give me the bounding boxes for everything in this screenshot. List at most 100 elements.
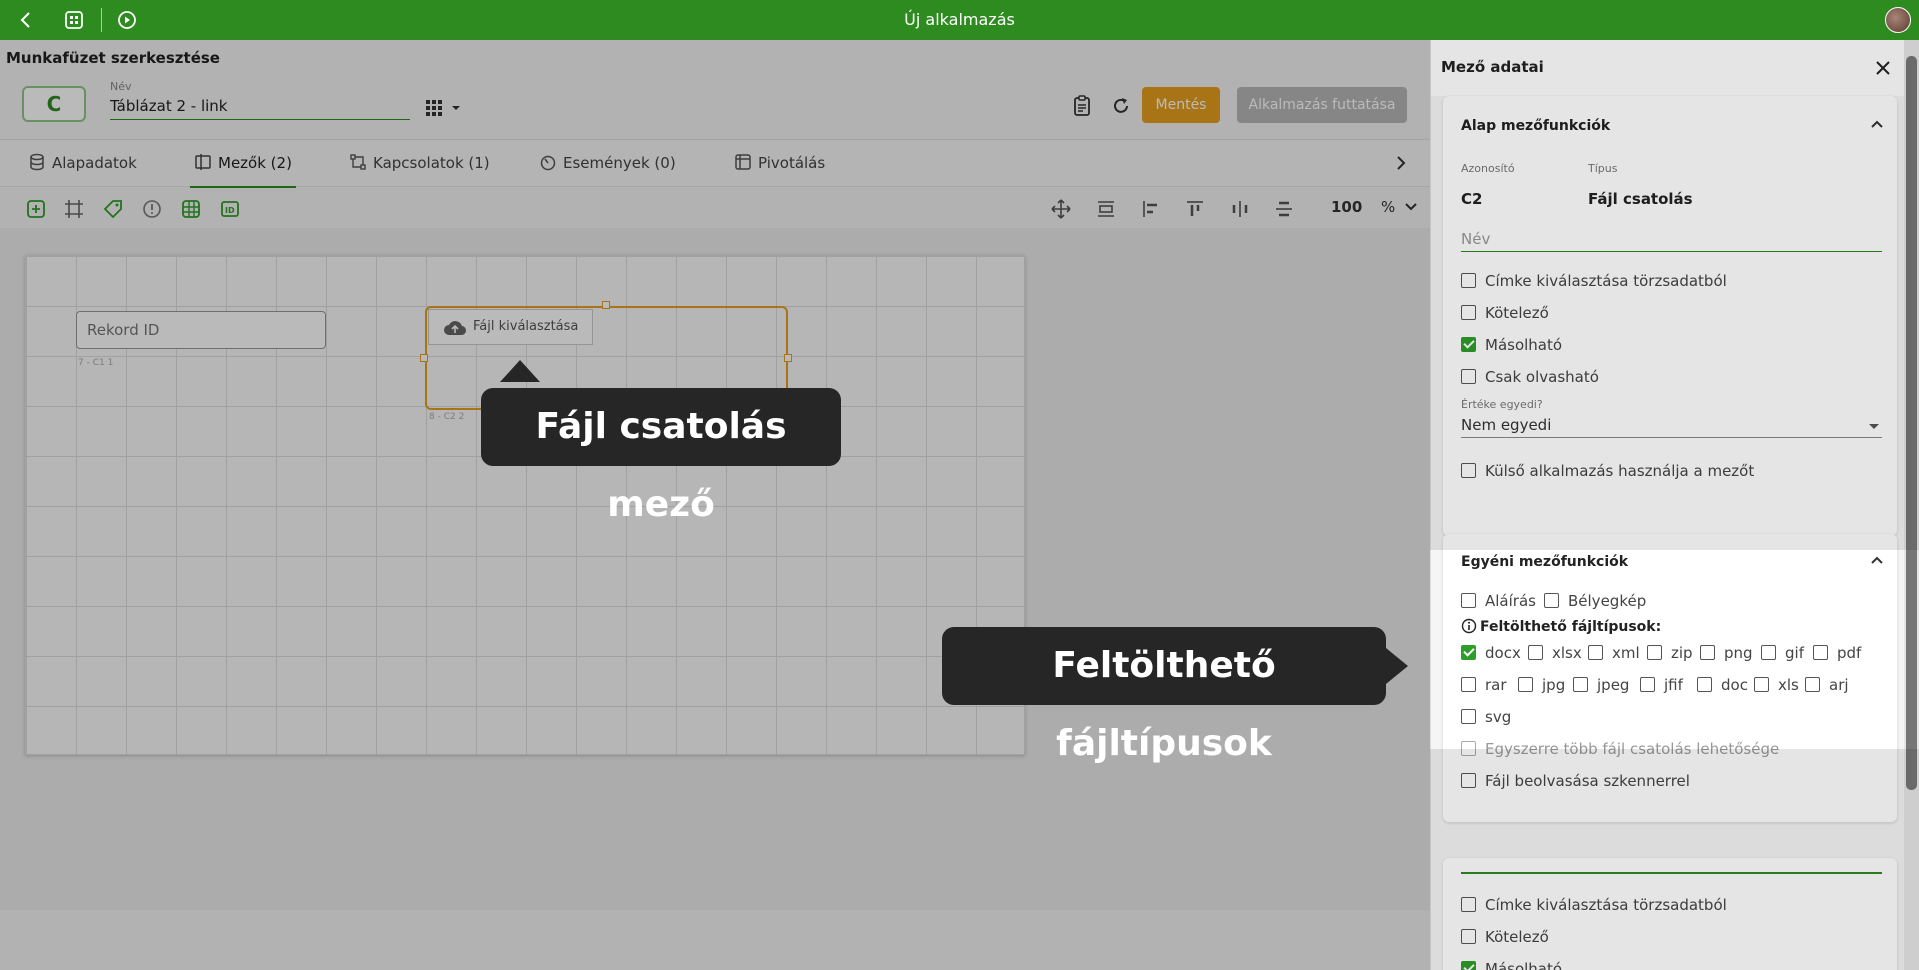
filetype-png[interactable]: png bbox=[1700, 644, 1753, 662]
filetypes-heading: Feltölthető fájltípusok: bbox=[1461, 618, 1661, 635]
filetype-xml[interactable]: xml bbox=[1588, 644, 1640, 662]
checkbox[interactable] bbox=[1528, 645, 1543, 660]
checkbox-label: Kötelező bbox=[1485, 928, 1549, 946]
checkbox[interactable] bbox=[1461, 369, 1476, 384]
basic-functions-title: Alap mezőfunkciók bbox=[1461, 118, 1611, 134]
filetype-jpeg[interactable]: jpeg bbox=[1573, 676, 1629, 694]
filetypes-label: Feltölthető fájltípusok: bbox=[1480, 619, 1662, 635]
type-label: Típus bbox=[1588, 162, 1618, 175]
filetype-docx[interactable]: docx bbox=[1461, 644, 1521, 662]
unique-select-value: Nem egyedi bbox=[1461, 416, 1552, 434]
checkbox-label: Másolható bbox=[1485, 960, 1563, 970]
checkbox-signature[interactable]: Aláírás bbox=[1461, 592, 1536, 610]
checkbox[interactable] bbox=[1700, 645, 1715, 660]
filetype-jpg[interactable]: jpg bbox=[1518, 676, 1565, 694]
checkbox-label: Bélyegkép bbox=[1568, 592, 1647, 610]
chevron-up-icon[interactable] bbox=[1869, 116, 1885, 132]
panel-title: Mező adatai bbox=[1441, 58, 1544, 76]
field-name-input[interactable]: Név bbox=[1461, 226, 1882, 252]
checkbox[interactable] bbox=[1544, 593, 1559, 608]
tooltip-arrow-up bbox=[500, 360, 540, 382]
checkbox-external-app[interactable]: Külső alkalmazás használja a mezőt bbox=[1461, 462, 1754, 480]
checkbox[interactable] bbox=[1573, 677, 1588, 692]
checkbox[interactable] bbox=[1647, 645, 1662, 660]
filetype-arj[interactable]: arj bbox=[1805, 676, 1849, 694]
checkbox-tag-from-master[interactable]: Címke kiválasztása törzsadatból bbox=[1461, 272, 1727, 290]
checkbox[interactable] bbox=[1461, 593, 1476, 608]
filetype-pdf[interactable]: pdf bbox=[1813, 644, 1861, 662]
id-label: Azonosító bbox=[1461, 162, 1515, 175]
checkbox-label: Fájl beolvasása szkennerrel bbox=[1485, 772, 1690, 790]
filetype-label: gif bbox=[1785, 644, 1804, 662]
checkbox-multi-file[interactable]: Egyszerre több fájl csatolás lehetősége bbox=[1461, 740, 1779, 758]
checkbox-label: Címke kiválasztása törzsadatból bbox=[1485, 896, 1727, 914]
filetype-label: doc bbox=[1721, 676, 1748, 694]
filetype-label: docx bbox=[1485, 644, 1521, 662]
filetype-label: rar bbox=[1485, 676, 1507, 694]
close-icon[interactable] bbox=[1873, 58, 1893, 78]
checkbox-tag-from-master-2[interactable]: Címke kiválasztása törzsadatból bbox=[1461, 896, 1727, 914]
checkbox[interactable] bbox=[1761, 645, 1776, 660]
filetype-label: arj bbox=[1829, 676, 1849, 694]
checkbox[interactable] bbox=[1461, 709, 1476, 724]
chevron-up-icon[interactable] bbox=[1869, 552, 1885, 568]
custom-functions-card: Egyéni mezőfunkciók Aláírás Bélyegkép Fe… bbox=[1443, 534, 1897, 822]
filetype-doc[interactable]: doc bbox=[1697, 676, 1748, 694]
checkbox[interactable] bbox=[1813, 645, 1828, 660]
checkbox-thumbnail[interactable]: Bélyegkép bbox=[1544, 592, 1646, 610]
checkbox[interactable] bbox=[1461, 929, 1476, 944]
filetype-svg[interactable]: svg bbox=[1461, 708, 1511, 726]
top-bar: Új alkalmazás bbox=[0, 0, 1919, 40]
field-details-panel: Mező adatai Alap mezőfunkciók Azonosító … bbox=[1430, 40, 1919, 970]
filetype-label: pdf bbox=[1837, 644, 1862, 662]
checkbox[interactable] bbox=[1754, 677, 1769, 692]
checkbox-label: Egyszerre több fájl csatolás lehetősége bbox=[1485, 740, 1780, 758]
checkbox-readonly[interactable]: Csak olvasható bbox=[1461, 368, 1599, 386]
checkbox[interactable] bbox=[1588, 645, 1603, 660]
checkbox-checked[interactable] bbox=[1461, 337, 1476, 352]
checkbox-label: Kötelező bbox=[1485, 304, 1549, 322]
checkbox[interactable] bbox=[1461, 897, 1476, 912]
checkbox[interactable] bbox=[1461, 741, 1476, 756]
section-divider bbox=[1461, 872, 1882, 874]
filetype-label: xlsx bbox=[1552, 644, 1582, 662]
checkbox[interactable] bbox=[1461, 273, 1476, 288]
checkbox-required-2[interactable]: Kötelező bbox=[1461, 928, 1549, 946]
checkbox[interactable] bbox=[1518, 677, 1533, 692]
scrollbar-thumb[interactable] bbox=[1906, 56, 1917, 790]
filetype-label: jpg bbox=[1542, 676, 1566, 694]
checkbox-checked[interactable] bbox=[1461, 645, 1476, 660]
tutorial-overlay-left bbox=[0, 40, 1430, 970]
filetype-zip[interactable]: zip bbox=[1647, 644, 1693, 662]
checkbox-copyable[interactable]: Másolható bbox=[1461, 336, 1562, 354]
filetype-rar[interactable]: rar bbox=[1461, 676, 1507, 694]
filetype-xls[interactable]: xls bbox=[1754, 676, 1799, 694]
checkbox[interactable] bbox=[1640, 677, 1655, 692]
filetype-label: xml bbox=[1612, 644, 1640, 662]
filetype-xlsx[interactable]: xlsx bbox=[1528, 644, 1582, 662]
checkbox[interactable] bbox=[1461, 305, 1476, 320]
filetype-label: svg bbox=[1485, 708, 1512, 726]
dropdown-arrow-icon bbox=[1869, 424, 1879, 429]
checkbox-scanner[interactable]: Fájl beolvasása szkennerrel bbox=[1461, 772, 1690, 790]
id-value: C2 bbox=[1461, 190, 1483, 208]
checkbox-checked[interactable] bbox=[1461, 961, 1476, 970]
checkbox[interactable] bbox=[1697, 677, 1712, 692]
checkbox-required[interactable]: Kötelező bbox=[1461, 304, 1549, 322]
checkbox[interactable] bbox=[1461, 463, 1476, 478]
checkbox[interactable] bbox=[1461, 773, 1476, 788]
info-icon bbox=[1461, 618, 1477, 634]
checkbox-label: Címke kiválasztása törzsadatból bbox=[1485, 272, 1727, 290]
filetype-label: png bbox=[1724, 644, 1753, 662]
panel-header: Mező adatai bbox=[1431, 40, 1919, 96]
checkbox[interactable] bbox=[1805, 677, 1820, 692]
checkbox[interactable] bbox=[1461, 677, 1476, 692]
filetype-gif[interactable]: gif bbox=[1761, 644, 1804, 662]
app-title: Új alkalmazás bbox=[904, 10, 1015, 29]
filetype-label: jpeg bbox=[1597, 676, 1630, 694]
avatar[interactable] bbox=[1885, 7, 1911, 33]
checkbox-copyable-2[interactable]: Másolható bbox=[1461, 960, 1562, 970]
unique-select[interactable]: Nem egyedi bbox=[1461, 412, 1882, 438]
checkbox-label: Másolható bbox=[1485, 336, 1563, 354]
filetype-jfif[interactable]: jfif bbox=[1640, 676, 1683, 694]
